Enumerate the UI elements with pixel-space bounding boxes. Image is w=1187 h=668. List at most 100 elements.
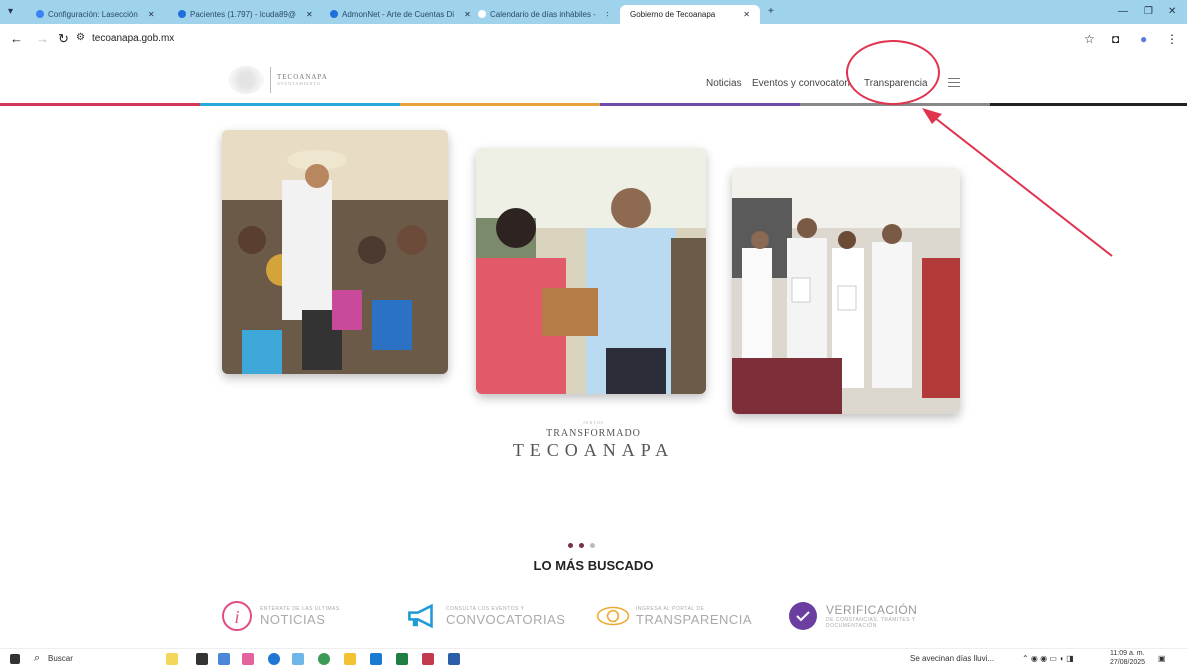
maximize-icon[interactable]: ❐: [1144, 6, 1153, 17]
card-big-label: NOTICIAS: [260, 611, 326, 627]
photo-certificates[interactable]: [732, 168, 960, 414]
card-big-label: VERIFICACIÓN: [826, 603, 918, 617]
tab-pacientes[interactable]: Pacientes (1.797) - lcuda89@ ✕: [178, 6, 318, 22]
hamburger-menu-icon[interactable]: [948, 78, 960, 90]
photo-children-image: [222, 130, 448, 374]
tab-calendario[interactable]: Calendario de días inhábiles - ✕: [478, 6, 608, 22]
bookmark-star-icon[interactable]: ☆: [1084, 32, 1095, 46]
back-icon[interactable]: ←: [10, 31, 23, 46]
section-title: LO MÁS BUSCADO: [533, 558, 654, 573]
photo-certificates-image: [732, 168, 960, 414]
url-field[interactable]: tecoanapa.gob.mx: [92, 33, 174, 44]
carousel-dot[interactable]: [590, 543, 595, 548]
app-icon[interactable]: [242, 653, 254, 665]
close-icon[interactable]: ✕: [306, 10, 313, 19]
mail-icon: [178, 10, 186, 18]
slogan-small: JUNTOS: [583, 420, 604, 425]
app-icon[interactable]: [218, 653, 230, 665]
tray-icons[interactable]: ⌃ ◉ ◉ ▭ ◖ ◨: [1022, 654, 1074, 663]
slogan-line2: TECOANAPA: [512, 440, 675, 460]
taskview-icon[interactable]: [196, 653, 208, 665]
settings-icon: [36, 10, 44, 18]
start-icon[interactable]: [10, 654, 20, 664]
close-icon[interactable]: ✕: [464, 10, 470, 19]
stripe-segment: [0, 103, 200, 106]
tab-label: Calendario de días inhábiles -: [490, 9, 596, 19]
search-icon[interactable]: ⌕: [34, 652, 40, 665]
taskbar-search[interactable]: Buscar: [48, 654, 73, 663]
close-icon[interactable]: ✕: [743, 10, 750, 19]
edge-icon[interactable]: [268, 653, 280, 665]
word-icon[interactable]: [448, 653, 460, 665]
chrome-icon[interactable]: [318, 653, 330, 665]
stripe-segment: [400, 103, 600, 106]
tab-label: Configuración: Lasección: [48, 9, 138, 19]
stripe-segment: [200, 103, 400, 106]
photo-delivery[interactable]: [476, 148, 706, 394]
tab-list-icon[interactable]: ▾: [8, 6, 13, 17]
megaphone-icon: [406, 599, 440, 633]
card-big-label: TRANSPARENCIA: [636, 611, 753, 627]
seal-icon: [228, 66, 264, 94]
extensions-icon[interactable]: ◘: [1112, 32, 1119, 46]
tab-admonnet[interactable]: AdmonNet - Arte de Cuentas Di ✕: [330, 6, 470, 22]
logo-divider: [270, 67, 271, 93]
browser-tab-strip: ▾ Configuración: Lasección ✕ Pacientes (…: [0, 0, 1187, 24]
verified-icon: [786, 599, 820, 633]
slogan-line1: TRANSFORMADO: [546, 428, 641, 439]
photo-delivery-image: [476, 148, 706, 394]
card-verificacion[interactable]: VERIFICACIÓN DE CONSTANCIAS, TRÁMITES Y …: [786, 596, 936, 636]
carousel-dot[interactable]: [579, 543, 584, 548]
clock-time[interactable]: 11:09 a. m.: [1110, 650, 1145, 657]
reload-icon[interactable]: ↻: [58, 31, 69, 47]
menu-kebab-icon[interactable]: ⋮: [1166, 32, 1178, 46]
tab-configuracion[interactable]: Configuración: Lasección ✕: [36, 6, 166, 22]
card-transparencia[interactable]: INGRESA AL PORTAL DE TRANSPARENCIA: [596, 596, 752, 636]
site-info-icon[interactable]: ⚙: [76, 32, 85, 43]
os-taskbar: ⌕ Buscar Se avecinan días lluvi... ⌃ ◉ ◉…: [0, 648, 1187, 668]
card-noticias[interactable]: i ENTÉRATE DE LAS ÚLTIMAS NOTICIAS: [220, 596, 340, 636]
logo-subtitle: AYUNTAMIENTO: [277, 80, 321, 86]
clock-date[interactable]: 27/08/2025: [1110, 659, 1145, 666]
close-icon[interactable]: ✕: [148, 10, 155, 19]
app-icon[interactable]: [292, 653, 304, 665]
file-explorer-icon[interactable]: [344, 653, 356, 665]
forward-icon[interactable]: →: [36, 31, 49, 46]
carousel-dot[interactable]: [568, 543, 573, 548]
card-small-label: DE CONSTANCIAS, TRÁMITES Y DOCUMENTACIÓN: [826, 617, 916, 629]
tab-label: Pacientes (1.797) - lcuda89@: [190, 9, 296, 19]
logo-text: TECOANAPA AYUNTAMIENTO: [277, 73, 328, 86]
page-icon: [478, 10, 486, 18]
tab-gobierno-tecoanapa[interactable]: Gobierno de Tecoanapa ✕: [620, 5, 760, 24]
card-small-label: ENTÉRATE DE LAS ÚLTIMAS: [260, 605, 340, 612]
mail-icon: [330, 10, 338, 18]
nav-eventos[interactable]: Eventos y convocatorias: [752, 78, 850, 89]
eye-icon: [596, 599, 630, 633]
app-icon[interactable]: [422, 653, 434, 665]
excel-icon[interactable]: [396, 653, 408, 665]
outlook-icon[interactable]: [370, 653, 382, 665]
stripe-segment: [990, 103, 1187, 106]
stripe-segment: [600, 103, 800, 106]
close-icon[interactable]: ✕: [606, 10, 608, 19]
photo-children[interactable]: [222, 130, 448, 374]
widgets-icon[interactable]: [166, 653, 178, 665]
new-tab-button[interactable]: +: [768, 6, 774, 17]
info-icon: i: [220, 599, 254, 633]
tab-label: AdmonNet - Arte de Cuentas Di: [342, 9, 455, 19]
annotation-circle: [846, 40, 940, 105]
weather-text[interactable]: Se avecinan días lluvi...: [910, 654, 994, 663]
notifications-icon[interactable]: ▣: [1158, 654, 1166, 663]
site-header: TECOANAPA AYUNTAMIENTO Noticias Eventos …: [0, 54, 1187, 108]
tab-label: Gobierno de Tecoanapa: [630, 10, 716, 19]
site-logo[interactable]: TECOANAPA AYUNTAMIENTO: [228, 64, 348, 96]
svg-text:i: i: [234, 607, 239, 627]
card-big-label: CONVOCATORIAS: [446, 611, 566, 627]
minimize-icon[interactable]: —: [1118, 6, 1128, 17]
close-window-icon[interactable]: ✕: [1168, 6, 1176, 17]
carousel-dots: [568, 543, 595, 548]
color-stripe: [0, 103, 1187, 106]
card-convocatorias[interactable]: CONSULTA LOS EVENTOS Y CONVOCATORIAS: [406, 596, 565, 636]
profile-avatar-icon[interactable]: ●: [1140, 32, 1147, 46]
nav-noticias[interactable]: Noticias: [706, 78, 742, 89]
